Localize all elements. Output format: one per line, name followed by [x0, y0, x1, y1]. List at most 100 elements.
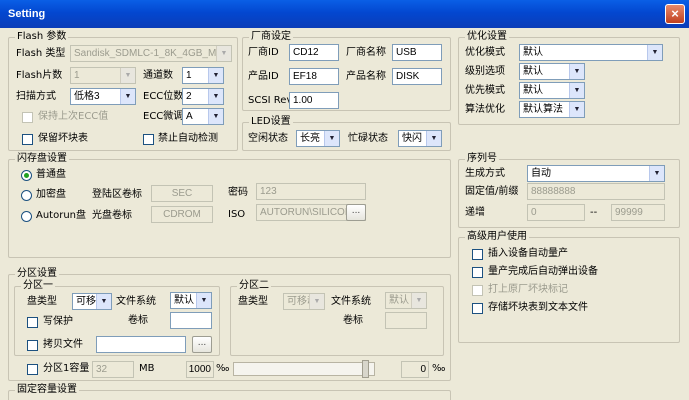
p1-fs-select[interactable]: 默认 ▼	[170, 292, 212, 309]
partition1-legend: 分区一	[21, 280, 55, 292]
p1-write-protect-checkbox[interactable]	[27, 317, 38, 328]
optimize-legend: 优化设置	[465, 31, 509, 43]
login-vol-input[interactable]: SEC	[151, 185, 213, 202]
password-label: 密码	[228, 187, 248, 198]
password-input[interactable]: 123	[256, 183, 366, 200]
p1-capacity-checkbox[interactable]	[27, 364, 38, 375]
idle-value: 长亮	[300, 133, 320, 144]
vname-input[interactable]: USB	[392, 44, 442, 61]
partition2-legend: 分区二	[237, 280, 271, 292]
p2-fs-select[interactable]: 默认 ▼	[385, 292, 427, 309]
p1-capacity-unit: MB	[139, 363, 155, 374]
ecc-tune-select[interactable]: A ▼	[182, 108, 224, 125]
chevron-down-icon: ▼	[208, 109, 223, 124]
p2-vol-label: 卷标	[343, 315, 363, 326]
p2-type-select[interactable]: 可移动 ▼	[283, 293, 325, 310]
scsi-input[interactable]: 1.00	[289, 92, 339, 109]
auto-eject-checkbox[interactable]	[472, 267, 483, 278]
p1-type-select[interactable]: 可移动 ▼	[72, 293, 112, 310]
p1-copy-file-checkbox[interactable]	[27, 340, 38, 351]
fixed-capacity-legend: 固定容量设置	[15, 384, 79, 396]
channel-select[interactable]: 1 ▼	[182, 67, 224, 84]
serial-legend: 序列号	[465, 153, 499, 165]
serial-from-input[interactable]: 0	[527, 204, 585, 221]
p1-copy-path-input[interactable]	[96, 336, 186, 353]
opt-algo-select[interactable]: 默认算法 ▼	[519, 101, 585, 118]
opt-mode-select[interactable]: 默认 ▼	[519, 44, 663, 61]
p1-type-label: 盘类型	[27, 296, 57, 307]
keep-bad-checkbox[interactable]	[22, 134, 33, 145]
vname-label: 厂商名称	[346, 47, 386, 58]
p2-vol-input[interactable]	[385, 312, 427, 329]
no-auto-detect-checkbox[interactable]	[143, 134, 154, 145]
save-bad-table-label: 存储坏块表到文本文件	[488, 302, 588, 313]
chevron-down-icon: ▼	[120, 68, 135, 83]
flash-type-label: Flash 类型	[16, 48, 66, 59]
idle-label: 空闲状态	[248, 133, 288, 144]
pid-input[interactable]: EF18	[289, 68, 339, 85]
opt-level-select[interactable]: 默认 ▼	[519, 63, 585, 80]
serial-gen-value: 自动	[531, 168, 551, 179]
flash-type-select[interactable]: Sandisk_SDMLC-1_8K_4GB_MLC ▼	[70, 45, 232, 62]
p1-copy-browse-button[interactable]: ...	[192, 336, 212, 353]
vid-input[interactable]: CD12	[289, 44, 339, 61]
close-button[interactable]: ×	[665, 4, 685, 24]
serial-prefix-input[interactable]: 88888888	[527, 183, 665, 200]
opt-priority-value: 默认	[523, 85, 543, 96]
pid-label: 产品ID	[248, 71, 279, 82]
chevron-down-icon: ▼	[324, 131, 339, 146]
opt-priority-select[interactable]: 默认 ▼	[519, 82, 585, 99]
serial-gen-label: 生成方式	[465, 168, 505, 179]
scan-value: 低格3	[74, 91, 100, 102]
serial-gen-select[interactable]: 自动 ▼	[527, 165, 665, 182]
p1-capacity-label: 分区1容量	[43, 363, 90, 374]
busy-value: 快闪	[402, 133, 422, 144]
serial-to-input[interactable]: 99999	[611, 204, 665, 221]
opt-level-label: 级别选项	[465, 66, 505, 77]
opt-mode-value: 默认	[523, 47, 543, 58]
cd-vol-input[interactable]: CDROM	[151, 206, 213, 223]
window-title: Setting	[8, 8, 46, 20]
channel-value: 1	[186, 70, 192, 81]
right-percent-input[interactable]: 0	[401, 361, 429, 378]
keep-ecc-label: 保持上次ECC值	[38, 111, 109, 122]
factory-bad-mark-checkbox[interactable]	[472, 285, 483, 296]
p2-type-label: 盘类型	[238, 296, 268, 307]
ecc-bits-select[interactable]: 2 ▼	[182, 88, 224, 105]
normal-disk-radio[interactable]	[21, 170, 32, 181]
p1-copy-file-label: 拷贝文件	[43, 339, 83, 350]
auto-eject-label: 量产完成后自动弹出设备	[488, 266, 598, 277]
flash-type-value: Sandisk_SDMLC-1_8K_4GB_MLC	[74, 48, 230, 59]
no-auto-detect-label: 禁止自动检测	[158, 133, 218, 144]
scan-select[interactable]: 低格3 ▼	[70, 88, 136, 105]
save-bad-table-checkbox[interactable]	[472, 303, 483, 314]
flash-count-value: 1	[74, 70, 80, 81]
flash-params-legend: Flash 参数	[15, 31, 69, 43]
keep-bad-label: 保留坏块表	[38, 133, 88, 144]
pname-input[interactable]: DISK	[392, 68, 442, 85]
busy-select[interactable]: 快闪 ▼	[398, 130, 442, 147]
left-percent-input[interactable]: 1000	[186, 361, 214, 378]
encrypt-disk-radio[interactable]	[21, 190, 32, 201]
p1-fs-label: 文件系统	[116, 296, 156, 307]
chevron-down-icon: ▼	[569, 83, 584, 98]
busy-label: 忙碌状态	[348, 133, 388, 144]
fixed-capacity-group: 固定容量设置	[8, 384, 451, 400]
p1-capacity-input[interactable]: 32	[92, 361, 134, 378]
idle-select[interactable]: 长亮 ▼	[296, 130, 340, 147]
scsi-rev-label: SCSI Rev	[248, 95, 293, 106]
left-permille-symbol: ‰	[216, 363, 230, 374]
chevron-down-icon: ▼	[196, 293, 211, 308]
keep-ecc-checkbox[interactable]	[22, 112, 33, 123]
flash-count-select[interactable]: 1 ▼	[70, 67, 136, 84]
chevron-down-icon: ▼	[647, 45, 662, 60]
capacity-slider[interactable]	[233, 360, 375, 378]
auto-produce-checkbox[interactable]	[472, 249, 483, 260]
iso-browse-button[interactable]: ...	[346, 204, 366, 221]
capacity-slider-thumb[interactable]	[362, 360, 369, 378]
p1-vol-input[interactable]	[170, 312, 212, 329]
autorun-disk-radio[interactable]	[21, 211, 32, 222]
p1-write-protect-label: 写保护	[43, 316, 73, 327]
title-bar: Setting ×	[0, 0, 689, 28]
p1-vol-label: 卷标	[128, 315, 148, 326]
